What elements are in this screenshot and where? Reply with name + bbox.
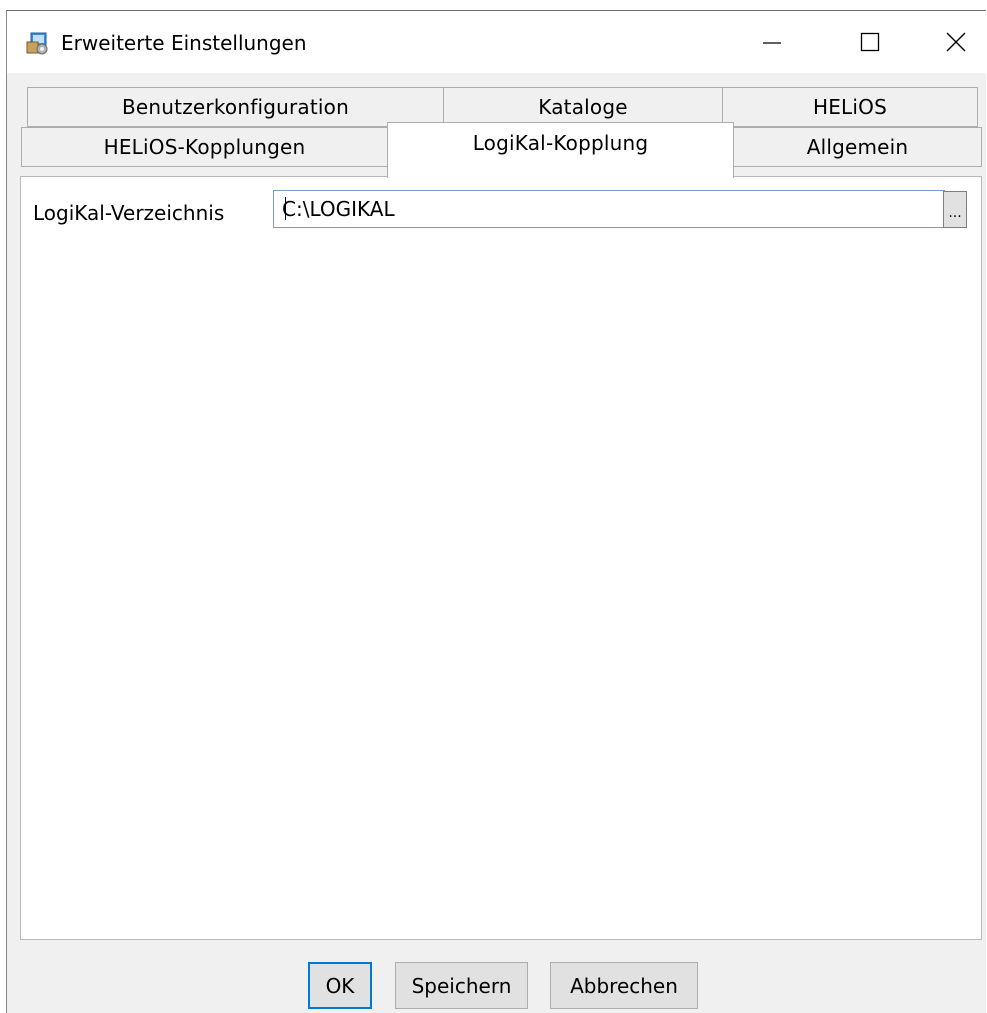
tab-panel: [20, 176, 982, 940]
tab-label: HELiOS-Kopplungen: [103, 135, 306, 159]
cancel-button[interactable]: Abbrechen: [550, 962, 698, 1009]
tab-kataloge[interactable]: Kataloge: [443, 87, 723, 127]
maximize-button[interactable]: [841, 11, 899, 73]
tab-logikal-kopplung[interactable]: LogiKal-Kopplung: [387, 122, 734, 178]
tab-label: HELiOS: [812, 95, 887, 119]
save-button[interactable]: Speichern: [395, 962, 528, 1009]
minimize-button[interactable]: [743, 11, 801, 73]
tab-helios-kopplungen[interactable]: HELiOS-Kopplungen: [21, 127, 388, 167]
browse-button[interactable]: ...: [943, 191, 967, 228]
logikal-directory-input[interactable]: [273, 190, 945, 228]
tab-allgemein[interactable]: Allgemein: [733, 127, 982, 167]
tab-helios[interactable]: HELiOS: [722, 87, 978, 127]
maximize-icon: [860, 32, 880, 52]
close-button[interactable]: [927, 11, 985, 73]
tab-label: Kataloge: [538, 95, 628, 119]
tab-label: LogiKal-Kopplung: [472, 131, 649, 155]
text-caret: [285, 197, 286, 220]
title-bar[interactable]: Erweiterte Einstellungen: [7, 11, 986, 73]
tab-benutzerkonfiguration[interactable]: Benutzerkonfiguration: [27, 87, 444, 127]
app-settings-icon: [25, 30, 51, 56]
dialog-window: Erweiterte Einstellungen Benutzerkonfigu…: [6, 10, 986, 1013]
tab-label: Benutzerkonfiguration: [122, 95, 349, 119]
minimize-icon: [763, 42, 781, 44]
close-icon: [946, 32, 966, 52]
tab-label: Allgemein: [806, 135, 909, 159]
ok-button[interactable]: OK: [308, 962, 372, 1009]
logikal-directory-label: LogiKal-Verzeichnis: [33, 201, 225, 225]
window-title: Erweiterte Einstellungen: [61, 31, 307, 55]
